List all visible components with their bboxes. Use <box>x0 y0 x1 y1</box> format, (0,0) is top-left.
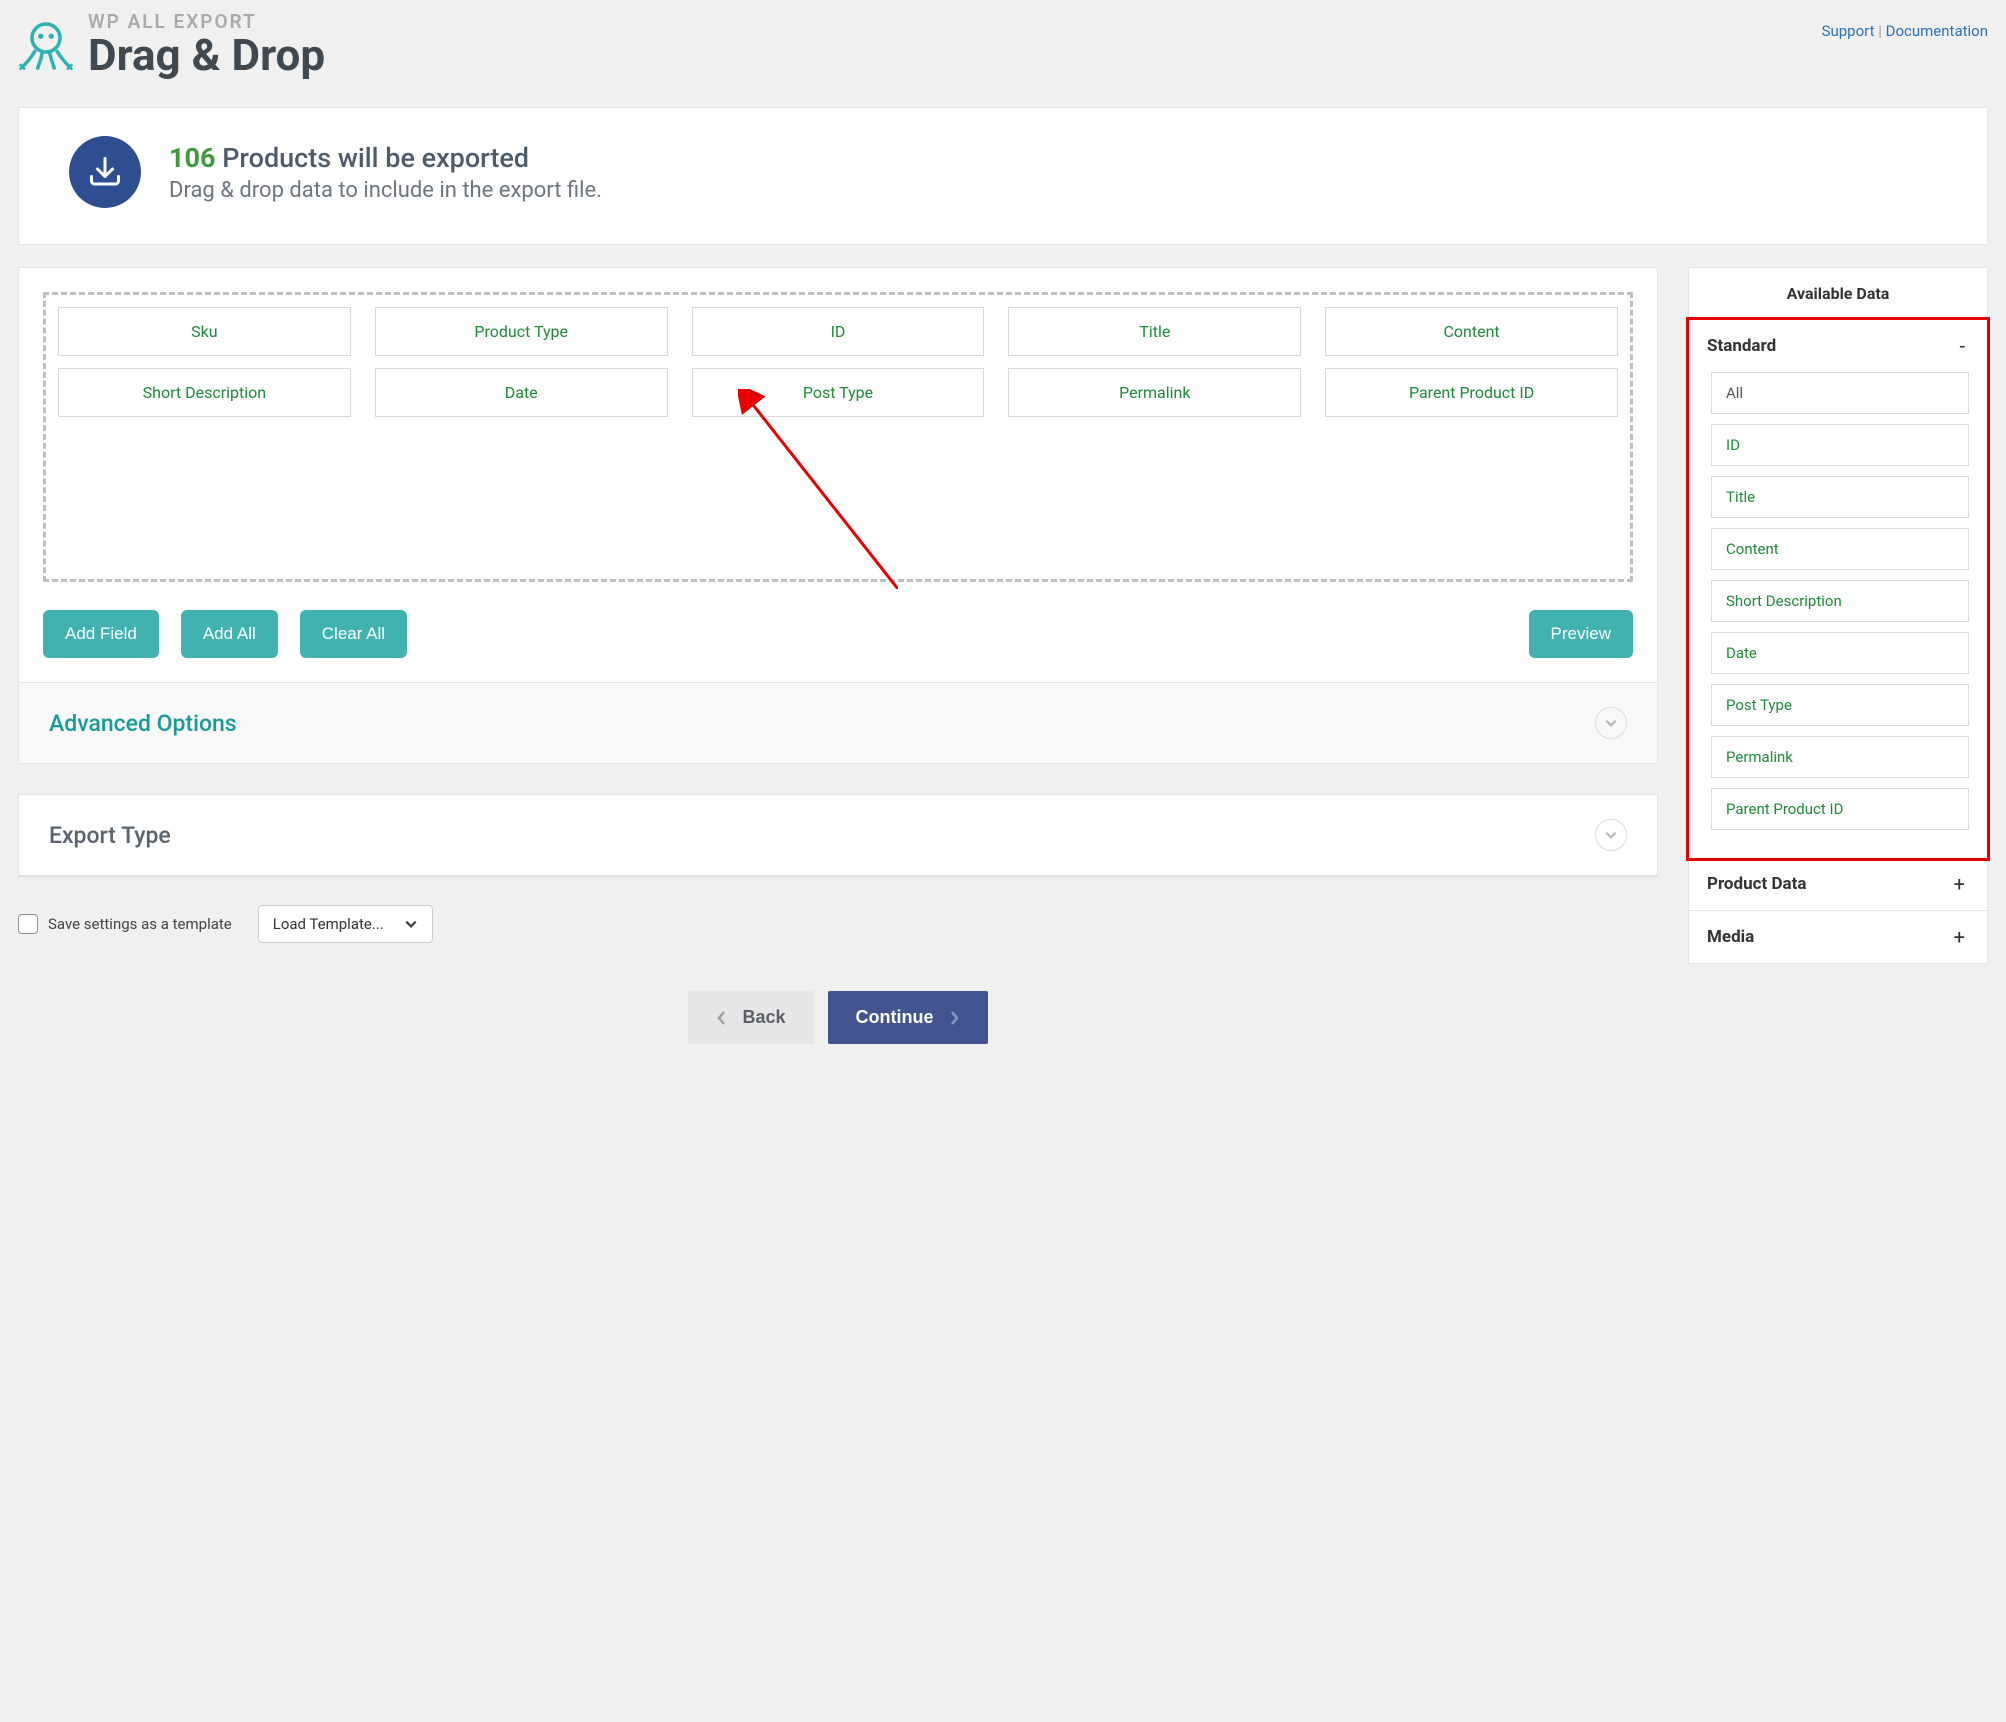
summary-panel: 106 Products will be exported Drag & dro… <box>18 107 1988 245</box>
clear-all-button[interactable]: Clear All <box>300 610 407 658</box>
field-chip[interactable]: Date <box>375 368 668 417</box>
chevron-right-icon <box>948 1010 960 1026</box>
section-toggle-standard[interactable]: Standard - <box>1689 320 1987 372</box>
field-chip[interactable]: Content <box>1325 307 1618 356</box>
section-toggle-media[interactable]: Media + <box>1689 911 1987 963</box>
available-item[interactable]: Title <box>1711 476 1969 518</box>
available-item[interactable]: Content <box>1711 528 1969 570</box>
add-all-button[interactable]: Add All <box>181 610 278 658</box>
available-item[interactable]: Short Description <box>1711 580 1969 622</box>
side-section-media: Media + <box>1689 911 1987 963</box>
field-chip[interactable]: Product Type <box>375 307 668 356</box>
field-chip[interactable]: Sku <box>58 307 351 356</box>
advanced-options-title: Advanced Options <box>49 710 237 737</box>
section-toggle-product-data[interactable]: Product Data + <box>1689 858 1987 910</box>
field-chip[interactable]: Permalink <box>1008 368 1301 417</box>
documentation-link[interactable]: Documentation <box>1886 22 1988 40</box>
export-type-accordion[interactable]: Export Type <box>18 794 1658 876</box>
save-template-wrap[interactable]: Save settings as a template <box>18 914 232 934</box>
highlight-annotation: Standard - All ID Title Content Short De… <box>1686 317 1990 861</box>
summary-sub: Drag & drop data to include in the expor… <box>169 178 602 203</box>
available-item[interactable]: ID <box>1711 424 1969 466</box>
save-template-checkbox[interactable] <box>18 914 38 934</box>
chevron-down-icon <box>1595 707 1627 739</box>
header-links: Support | Documentation <box>1822 12 1988 40</box>
export-icon <box>69 136 141 208</box>
side-section-standard: Standard - All ID Title Content Short De… <box>1689 320 1987 858</box>
collapse-icon: - <box>1959 336 1965 356</box>
continue-button[interactable]: Continue <box>828 991 988 1044</box>
page-title: Drag & Drop <box>88 33 325 77</box>
field-chip[interactable]: Parent Product ID <box>1325 368 1618 417</box>
export-count: 106 <box>169 142 215 174</box>
expand-icon: + <box>1954 927 1965 947</box>
available-item[interactable]: Permalink <box>1711 736 1969 778</box>
logo-block: WP ALL EXPORT Drag & Drop <box>18 12 325 77</box>
dropzone[interactable]: Sku Product Type ID Title Content Short … <box>43 292 1633 582</box>
advanced-options-accordion[interactable]: Advanced Options <box>18 683 1658 764</box>
field-chip[interactable]: Title <box>1008 307 1301 356</box>
available-item[interactable]: All <box>1711 372 1969 414</box>
support-link[interactable]: Support <box>1822 22 1875 40</box>
chevron-left-icon <box>716 1010 728 1026</box>
available-data-panel: Available Data Standard - All ID Title C… <box>1688 267 1988 964</box>
builder-panel: Sku Product Type ID Title Content Short … <box>18 267 1658 683</box>
preview-button[interactable]: Preview <box>1529 610 1633 658</box>
export-type-title: Export Type <box>49 822 171 849</box>
chevron-down-icon <box>404 917 418 931</box>
available-item[interactable]: Parent Product ID <box>1711 788 1969 830</box>
expand-icon: + <box>1954 874 1965 894</box>
field-chip[interactable]: Short Description <box>58 368 351 417</box>
field-chip[interactable]: Post Type <box>692 368 985 417</box>
back-button[interactable]: Back <box>688 991 813 1044</box>
available-item[interactable]: Date <box>1711 632 1969 674</box>
available-data-title: Available Data <box>1689 268 1987 320</box>
side-section-product-data: Product Data + <box>1689 858 1987 911</box>
available-item[interactable]: Post Type <box>1711 684 1969 726</box>
load-template-select[interactable]: Load Template... <box>258 905 433 943</box>
chevron-down-icon <box>1595 819 1627 851</box>
save-template-label: Save settings as a template <box>48 915 232 933</box>
summary-title: 106 Products will be exported <box>169 142 602 174</box>
add-field-button[interactable]: Add Field <box>43 610 159 658</box>
octopus-icon <box>18 17 74 73</box>
field-chip[interactable]: ID <box>692 307 985 356</box>
